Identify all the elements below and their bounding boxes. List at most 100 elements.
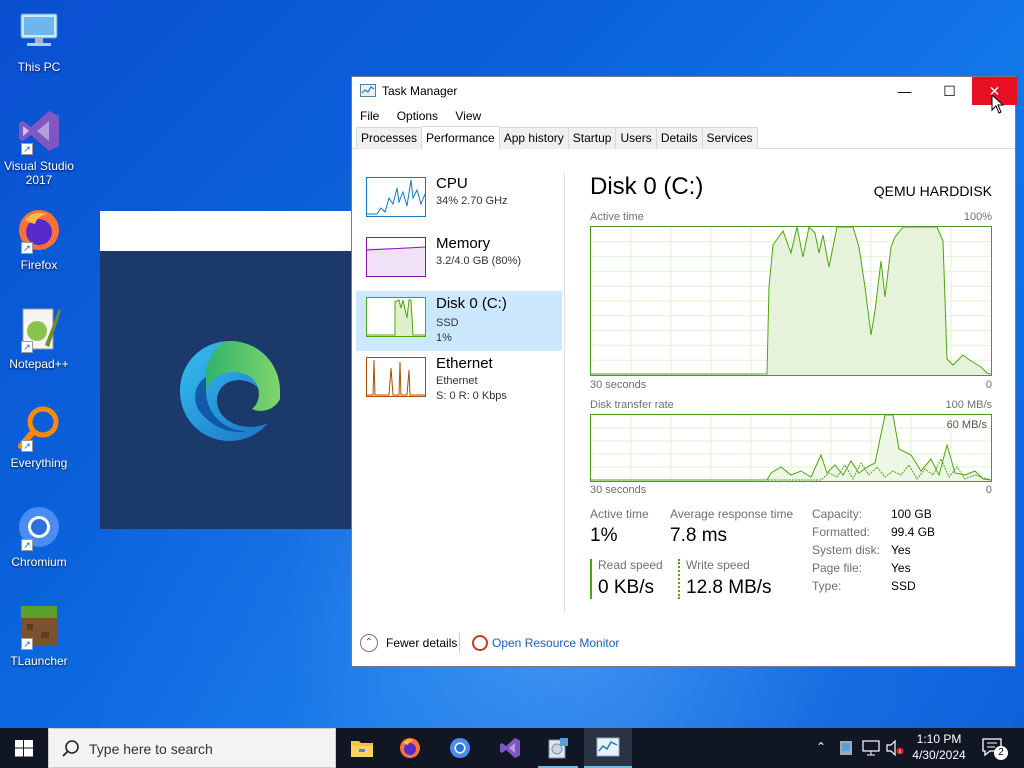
task-manager-icon: [596, 737, 620, 757]
graph1-time: 30 seconds: [590, 379, 647, 391]
graph2-max: 100 MB/s: [945, 399, 992, 411]
desktop-icon-label: Firefox: [20, 258, 58, 272]
disk-model: QEMU HARDDISK: [873, 183, 992, 199]
file-explorer-icon: [351, 741, 373, 757]
mouse-cursor-icon: [991, 94, 1005, 114]
search-placeholder: Type here to search: [89, 741, 213, 757]
prop-key: System disk:: [812, 543, 881, 557]
tab-details[interactable]: Details: [655, 127, 703, 149]
sidebar-sub: 1%: [436, 332, 452, 344]
desktop-icon-everything[interactable]: ↗ Everything: [4, 404, 74, 470]
desktop-icon-visual-studio[interactable]: ↗ Visual Studio 2017: [4, 107, 74, 187]
tab-users[interactable]: Users: [615, 127, 657, 149]
graph2-label: Disk transfer rate: [590, 399, 674, 411]
shortcut-arrow-icon: ↗: [21, 143, 33, 155]
prop-key: Capacity:: [812, 507, 863, 521]
graph1-label: Active time: [590, 211, 644, 223]
sidebar-item-memory[interactable]: Memory 3.2/4.0 GB (80%): [356, 231, 562, 291]
taskbar-visual-studio[interactable]: [486, 728, 534, 768]
tab-app-history[interactable]: App history: [498, 127, 569, 149]
cpu-mini-graph: [366, 177, 426, 217]
firefox-icon: ↗: [15, 206, 63, 254]
shortcut-arrow-icon: ↗: [21, 638, 33, 650]
taskbar-file-explorer[interactable]: [338, 728, 386, 768]
read-speed-label: Read speed: [598, 558, 663, 572]
taskbar-installer[interactable]: [534, 728, 582, 768]
chromium-icon: [450, 738, 470, 758]
svg-text:x: x: [898, 749, 901, 755]
sidebar-item-ethernet[interactable]: Ethernet Ethernet S: 0 R: 0 Kbps: [356, 351, 562, 411]
sidebar-label: Disk 0 (C:): [436, 295, 507, 312]
edge-splash-window[interactable]: [100, 211, 355, 529]
sidebar-label: Ethernet: [436, 355, 493, 372]
transfer-rate-graph: 60 MB/s: [590, 414, 992, 482]
prop-value: SSD: [891, 579, 916, 593]
tab-services[interactable]: Services: [701, 127, 758, 149]
action-center-button[interactable]: 2: [980, 736, 1010, 762]
memory-mini-graph: [366, 237, 426, 277]
clock-time: 1:10 PM: [916, 732, 962, 746]
menu-options[interactable]: Options: [397, 105, 438, 127]
prop-value: Yes: [891, 561, 911, 575]
maximize-icon: ☐: [943, 83, 956, 99]
edge-logo-icon: [180, 341, 280, 441]
active-time-value: 1%: [590, 525, 618, 546]
desktop-icon-tlauncher[interactable]: ↗ TLauncher: [4, 602, 74, 668]
minimize-icon: —: [897, 83, 912, 99]
task-manager-window[interactable]: Task Manager — ☐ ✕ File Options View Pro…: [351, 76, 1017, 667]
menu-view[interactable]: View: [455, 105, 481, 127]
tab-performance[interactable]: Performance: [421, 126, 500, 150]
prop-key: Formatted:: [812, 525, 871, 539]
shortcut-arrow-icon: ↗: [21, 539, 33, 551]
tray-app-icon[interactable]: [840, 741, 852, 755]
open-resource-monitor-link[interactable]: Open Resource Monitor: [492, 636, 619, 650]
sidebar-divider: [564, 173, 565, 613]
title-bar[interactable]: Task Manager — ☐ ✕: [352, 77, 1017, 105]
taskbar-firefox[interactable]: [386, 728, 434, 768]
menu-file[interactable]: File: [360, 105, 379, 127]
taskbar-clock[interactable]: 1:10 PM 4/30/2024: [906, 731, 972, 763]
notification-badge: 2: [994, 746, 1008, 760]
desktop-icon-notepadpp[interactable]: ↗ Notepad++: [4, 305, 74, 371]
sidebar-sub: Ethernet: [436, 375, 478, 387]
tab-processes[interactable]: Processes: [356, 127, 423, 149]
resource-sidebar: CPU 34% 2.70 GHz Memory 3.2/4.0 GB (80%)…: [356, 171, 562, 411]
fewer-details-link[interactable]: Fewer details: [386, 636, 457, 650]
response-time-label: Average response time: [670, 507, 794, 521]
maximize-button[interactable]: ☐: [927, 77, 972, 105]
response-time-value: 7.8 ms: [670, 525, 728, 546]
sidebar-item-cpu[interactable]: CPU 34% 2.70 GHz: [356, 171, 562, 231]
search-box[interactable]: Type here to search: [48, 728, 336, 768]
show-hidden-icons-button[interactable]: ⌃: [816, 740, 826, 754]
tab-startup[interactable]: Startup: [567, 127, 617, 149]
taskbar-chromium[interactable]: [436, 728, 484, 768]
desktop-icon-label: TLauncher: [10, 654, 68, 668]
prop-value: 100 GB: [891, 507, 932, 521]
installer-icon: [548, 738, 568, 759]
chevron-up-icon[interactable]: ⌃: [360, 634, 378, 652]
graph2-min: 0: [985, 484, 992, 496]
start-button[interactable]: [0, 728, 48, 768]
resource-monitor-icon[interactable]: [472, 635, 488, 651]
active-time-graph: [590, 225, 992, 376]
volume-muted-icon[interactable]: x: [886, 740, 904, 756]
chromium-icon: ↗: [15, 503, 63, 551]
visual-studio-icon: [500, 738, 520, 758]
sidebar-label: CPU: [436, 175, 468, 192]
write-speed-value: 12.8 MB/s: [686, 577, 772, 598]
desktop-icon-this-pc[interactable]: This PC: [4, 8, 74, 74]
windows-logo-icon: [15, 740, 33, 757]
sidebar-sub: 3.2/4.0 GB (80%): [436, 255, 521, 267]
sidebar-item-disk[interactable]: Disk 0 (C:) SSD 1%: [356, 291, 562, 351]
chevron-up-icon: ⌃: [816, 740, 827, 754]
shortcut-arrow-icon: ↗: [21, 341, 33, 353]
network-icon[interactable]: [862, 740, 880, 756]
minimize-button[interactable]: —: [882, 77, 927, 105]
desktop-icon-chromium[interactable]: ↗ Chromium: [4, 503, 74, 569]
desktop-icon-label: This PC: [17, 60, 61, 74]
visual-studio-icon: ↗: [15, 107, 63, 155]
taskbar-task-manager[interactable]: [584, 728, 632, 768]
graph2-time: 30 seconds: [590, 484, 647, 496]
desktop-icon-firefox[interactable]: ↗ Firefox: [4, 206, 74, 272]
footer-divider: [459, 633, 460, 653]
